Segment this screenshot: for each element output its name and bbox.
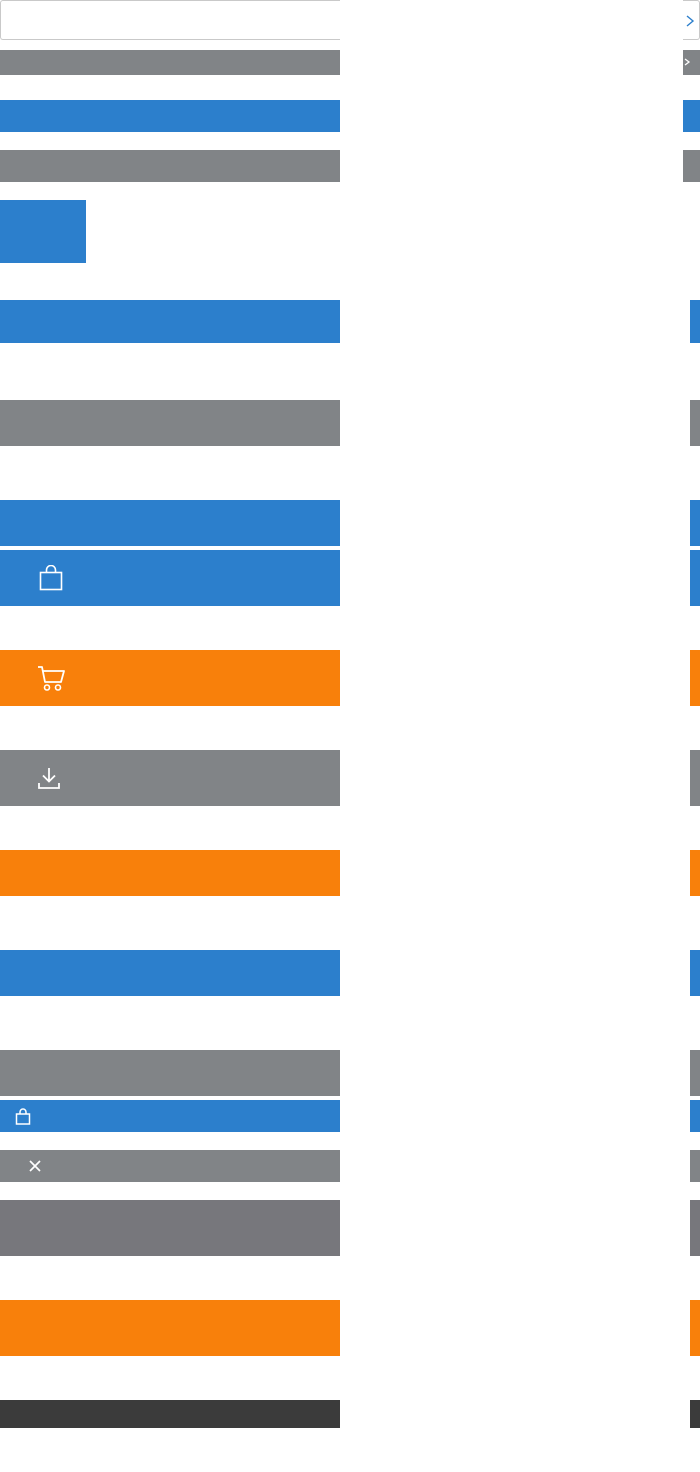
gray-large-button-2[interactable] xyxy=(0,1050,340,1096)
blue-large-button-2[interactable] xyxy=(0,500,340,546)
blue-bag-button[interactable] xyxy=(0,550,340,606)
chevron-right-icon xyxy=(683,56,691,68)
gray-small-button-2-end[interactable] xyxy=(683,150,700,182)
gray-small-close-button[interactable] xyxy=(0,1150,340,1182)
gray-download-button[interactable] xyxy=(0,750,340,806)
orange-large-button-2-end[interactable] xyxy=(690,1300,700,1356)
gray-small-button-1-end[interactable] xyxy=(683,50,700,75)
blue-bag-button-end[interactable] xyxy=(690,550,700,606)
download-icon xyxy=(37,765,61,791)
gray-large-button-1[interactable] xyxy=(0,400,340,446)
blue-large-button-2-end[interactable] xyxy=(690,500,700,546)
gray-large-button-1-end[interactable] xyxy=(690,400,700,446)
gray-download-button-end[interactable] xyxy=(690,750,700,806)
blue-small-button-1[interactable] xyxy=(0,100,340,132)
blue-large-button-1[interactable] xyxy=(0,300,340,343)
blue-large-button-3[interactable] xyxy=(0,950,340,996)
search-submit-button[interactable] xyxy=(683,0,700,40)
slate-large-button-end[interactable] xyxy=(690,1200,700,1256)
close-icon xyxy=(28,1159,42,1173)
gray-small-button-2[interactable] xyxy=(0,150,340,182)
orange-large-button-2[interactable] xyxy=(0,1300,340,1356)
gray-small-button-1[interactable] xyxy=(0,50,340,75)
blue-square-button[interactable] xyxy=(0,200,86,263)
orange-large-button-1[interactable] xyxy=(0,850,340,896)
blue-large-button-3-end[interactable] xyxy=(690,950,700,996)
gray-small-close-button-end[interactable] xyxy=(690,1150,700,1182)
blue-large-button-1-end[interactable] xyxy=(690,300,700,343)
blue-small-button-1-end[interactable] xyxy=(683,100,700,132)
orange-large-button-1-end[interactable] xyxy=(690,850,700,896)
shopping-cart-icon xyxy=(36,664,66,692)
shopping-bag-icon xyxy=(15,1108,31,1125)
orange-cart-button[interactable] xyxy=(0,650,340,706)
blue-small-bag-button[interactable] xyxy=(0,1100,340,1132)
shopping-bag-icon xyxy=(38,565,64,591)
chevron-right-icon xyxy=(684,14,696,28)
blue-small-bag-button-end[interactable] xyxy=(690,1100,700,1132)
dark-small-button-end[interactable] xyxy=(690,1400,700,1428)
dark-small-button[interactable] xyxy=(0,1400,340,1428)
orange-cart-button-end[interactable] xyxy=(690,650,700,706)
slate-large-button[interactable] xyxy=(0,1200,340,1256)
gray-large-button-2-end[interactable] xyxy=(690,1050,700,1096)
search-input[interactable] xyxy=(0,0,340,40)
